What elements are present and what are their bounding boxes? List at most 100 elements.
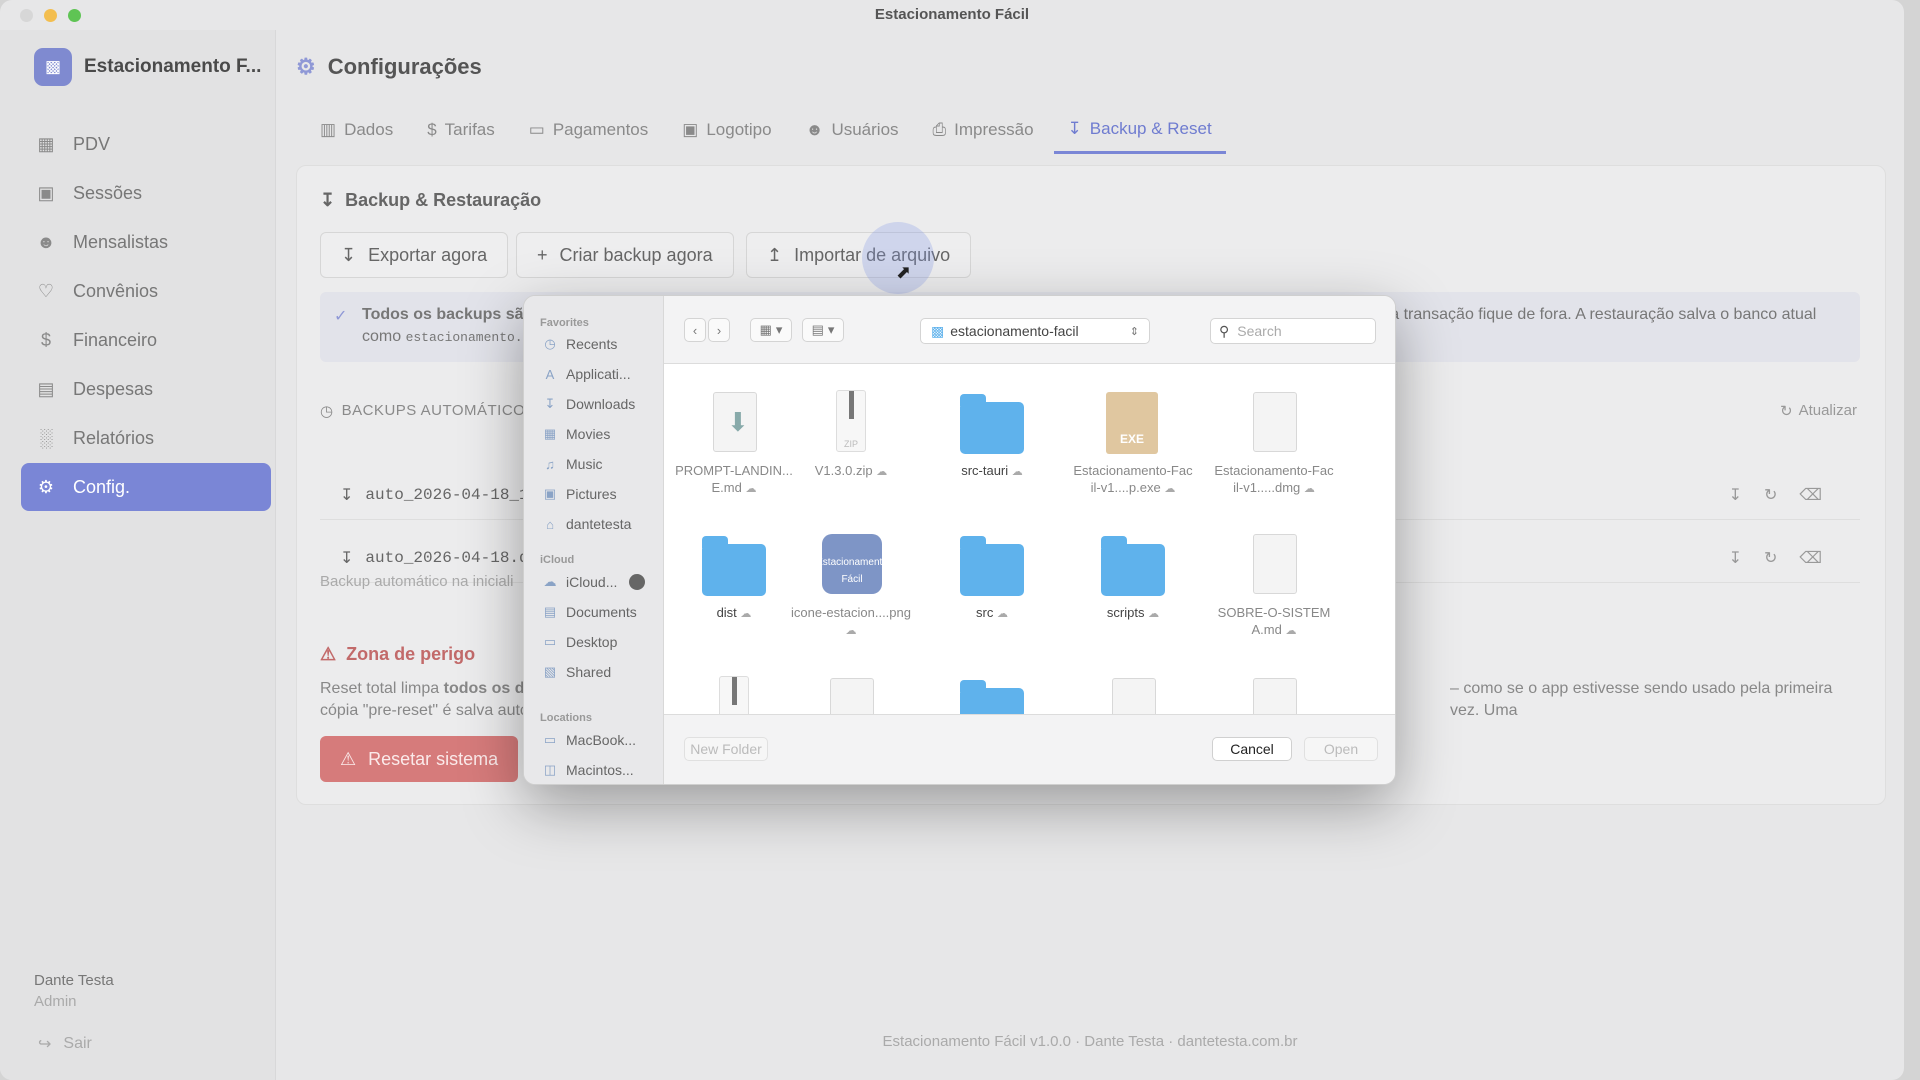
sidebar-item-documents[interactable]: ▤ Documents bbox=[542, 604, 637, 620]
logout-button[interactable]: ↪ Sair bbox=[38, 1034, 92, 1054]
chevron-down-icon: ▾ bbox=[775, 322, 783, 337]
sidebar-item-macintosh[interactable]: ◫ Macintos... bbox=[542, 762, 634, 778]
zoom-window-button[interactable] bbox=[68, 9, 81, 22]
file-item[interactable]: EXE Estacionamento-Facil-v1....p.exe ☁ bbox=[1073, 388, 1193, 498]
danger-text-prefix: Reset total limpa bbox=[320, 680, 440, 697]
group-by-button[interactable]: ▤ ▾ bbox=[802, 318, 844, 342]
tab-usuarios[interactable]: ☻ Usuários bbox=[792, 106, 913, 154]
minimize-window-button[interactable] bbox=[44, 9, 57, 22]
export-now-button[interactable]: ↧ Exportar agora bbox=[320, 232, 509, 278]
locations-section-label: Locations bbox=[540, 712, 592, 724]
building-icon: ▥ bbox=[320, 120, 337, 139]
tab-backup-reset[interactable]: ↧ Backup & Reset bbox=[1053, 106, 1226, 154]
backup-section-title-text: Backup & Restauração bbox=[345, 190, 542, 210]
sidebar-item-icloud-drive[interactable]: ☁ iCloud... bbox=[542, 574, 646, 590]
brand-name: Estacionamento F... bbox=[84, 56, 262, 77]
sidebar-item-relatorios[interactable]: ░ Relatórios bbox=[21, 414, 271, 462]
sidebar-item-label: Config. bbox=[73, 476, 131, 497]
notice-bold-text: Todos os backups são bbox=[362, 306, 534, 323]
sidebar-item-macbook[interactable]: ▭ MacBook... bbox=[542, 732, 636, 748]
new-folder-button[interactable]: New Folder bbox=[684, 737, 768, 761]
sidebar-item-downloads[interactable]: ↧ Downloads bbox=[542, 396, 636, 412]
file-item[interactable] bbox=[1214, 674, 1334, 714]
folder-item[interactable] bbox=[932, 674, 1052, 714]
file-item[interactable] bbox=[791, 674, 911, 714]
sidebar-item-music[interactable]: ♫ Music bbox=[542, 456, 602, 472]
danger-text-bold: todos os da bbox=[443, 680, 534, 697]
download-icon[interactable]: ↧ bbox=[1729, 485, 1742, 505]
tab-dados[interactable]: ▥ Dados bbox=[306, 106, 407, 154]
tab-logotipo[interactable]: ▣ Logotipo bbox=[668, 106, 785, 154]
gear-icon: ⚙ bbox=[296, 54, 316, 79]
file-item[interactable] bbox=[1073, 674, 1193, 714]
sidebar-item-home[interactable]: ⌂ dantetesta bbox=[542, 516, 631, 532]
sidebar-item-sessoes[interactable]: ▣ Sessões bbox=[21, 169, 271, 217]
group-icon: ▤ bbox=[811, 322, 824, 337]
file-name: src-tauri bbox=[961, 463, 1009, 478]
sidebar-item-despesas[interactable]: ▤ Despesas bbox=[21, 365, 271, 413]
file-item[interactable]: Estacionamento Fácil icone-estacion....pn… bbox=[791, 530, 911, 640]
document-icon bbox=[1253, 678, 1297, 714]
file-item[interactable] bbox=[674, 674, 794, 714]
icloud-section-label: iCloud bbox=[540, 554, 575, 566]
file-item[interactable]: ZIP V1.3.0.zip ☁ bbox=[791, 388, 911, 481]
open-button[interactable]: Open bbox=[1304, 737, 1378, 761]
search-field[interactable]: ⚲ Search bbox=[1210, 318, 1376, 344]
archive-icon: ↧ bbox=[340, 549, 354, 567]
file-browser: ⬇ PROMPT-LANDIN...E.md ☁ ZIP V1.3.0.zip ☁ … bbox=[664, 364, 1395, 714]
backup-file-name: auto_2026-04-18.d bbox=[365, 548, 529, 567]
shared-folder-icon: ▧ bbox=[543, 664, 557, 679]
trash-icon[interactable]: ⌫ bbox=[1799, 548, 1822, 568]
refresh-button[interactable]: ↻ Atualizar bbox=[1780, 402, 1857, 420]
close-window-button[interactable] bbox=[20, 9, 33, 22]
folder-item[interactable]: src-tauri ☁ bbox=[932, 388, 1052, 481]
path-selector[interactable]: ▩ estacionamento-facil ⇕ bbox=[920, 318, 1150, 344]
sidebar-item-desktop[interactable]: ▭ Desktop bbox=[542, 634, 618, 650]
shield-check-icon: ✓ bbox=[334, 308, 348, 325]
folder-item[interactable]: dist ☁ bbox=[674, 530, 794, 623]
restore-icon[interactable]: ↻ bbox=[1764, 548, 1777, 568]
sidebar-item-shared[interactable]: ▧ Shared bbox=[542, 664, 611, 680]
apps-icon: A bbox=[545, 366, 555, 382]
sidebar-item-financeiro[interactable]: $ Financeiro bbox=[21, 316, 271, 364]
restore-icon[interactable]: ↻ bbox=[1764, 485, 1777, 505]
file-item[interactable]: ⬇ PROMPT-LANDIN...E.md ☁ bbox=[674, 388, 794, 498]
tab-tarifas[interactable]: $ Tarifas bbox=[413, 106, 509, 154]
import-file-button[interactable]: ↥ Importar de arquivo bbox=[746, 232, 972, 278]
dialog-sidebar: Favorites ◷ Recents A Applicati... ↧ Downlo… bbox=[524, 296, 664, 784]
tab-pagamentos[interactable]: ▭ Pagamentos bbox=[515, 106, 663, 154]
cloud-icon: ☁ bbox=[1285, 625, 1297, 637]
create-backup-button[interactable]: + Criar backup agora bbox=[516, 232, 734, 278]
create-backup-label: Criar backup agora bbox=[559, 244, 713, 265]
file-item[interactable]: Estacionamento-Facil-v1.....dmg ☁ bbox=[1214, 388, 1334, 498]
download-arrow-icon: ⬇ bbox=[727, 407, 749, 437]
file-name: PROMPT-LANDIN...E.md bbox=[675, 463, 793, 495]
download-tray-icon: ↧ bbox=[1067, 118, 1082, 138]
sidebar-item-pdv[interactable]: ▦ PDV bbox=[21, 120, 271, 168]
sidebar-item-pictures[interactable]: ▣ Pictures bbox=[542, 486, 617, 502]
sidebar-item-convenios[interactable]: ♡ Convênios bbox=[21, 267, 271, 315]
settings-tabs: ▥ Dados $ Tarifas ▭ Pagamentos ▣ Logotipo ☻ U… bbox=[306, 106, 1232, 154]
tab-impressao[interactable]: ⎙ Impressão bbox=[919, 106, 1048, 154]
download-icon[interactable]: ↧ bbox=[1729, 548, 1742, 568]
sidebar-item-movies[interactable]: ▦ Movies bbox=[542, 426, 611, 442]
back-button[interactable]: ‹ bbox=[684, 318, 706, 342]
sidebar-item-recents[interactable]: ◷ Recents bbox=[542, 336, 617, 352]
folder-item[interactable]: scripts ☁ bbox=[1073, 530, 1193, 623]
file-item[interactable]: SOBRE-O-SISTEMA.md ☁ bbox=[1214, 530, 1334, 640]
sidebar-item-config[interactable]: ⚙ Config. bbox=[21, 463, 271, 511]
open-file-dialog: Favorites ◷ Recents A Applicati... ↧ Downlo… bbox=[523, 295, 1396, 785]
folder-item[interactable]: src ☁ bbox=[932, 530, 1052, 623]
sidebar-item-applications[interactable]: A Applicati... bbox=[542, 366, 631, 382]
reset-system-button[interactable]: ⚠ Resetar sistema bbox=[320, 736, 519, 782]
sidebar-item-mensalistas[interactable]: ☻ Mensalistas bbox=[21, 218, 271, 266]
receipt-icon: ▤ bbox=[37, 378, 55, 399]
file-name: dist bbox=[716, 605, 737, 620]
refresh-icon: ↻ bbox=[1780, 403, 1793, 420]
forward-button[interactable]: › bbox=[708, 318, 730, 342]
trash-icon[interactable]: ⌫ bbox=[1799, 485, 1822, 505]
car-icon: ▣ bbox=[37, 182, 55, 203]
view-mode-button[interactable]: ▦ ▾ bbox=[750, 318, 792, 342]
cancel-button[interactable]: Cancel bbox=[1212, 737, 1292, 761]
sidebar-item-label: Relatórios bbox=[73, 427, 155, 448]
